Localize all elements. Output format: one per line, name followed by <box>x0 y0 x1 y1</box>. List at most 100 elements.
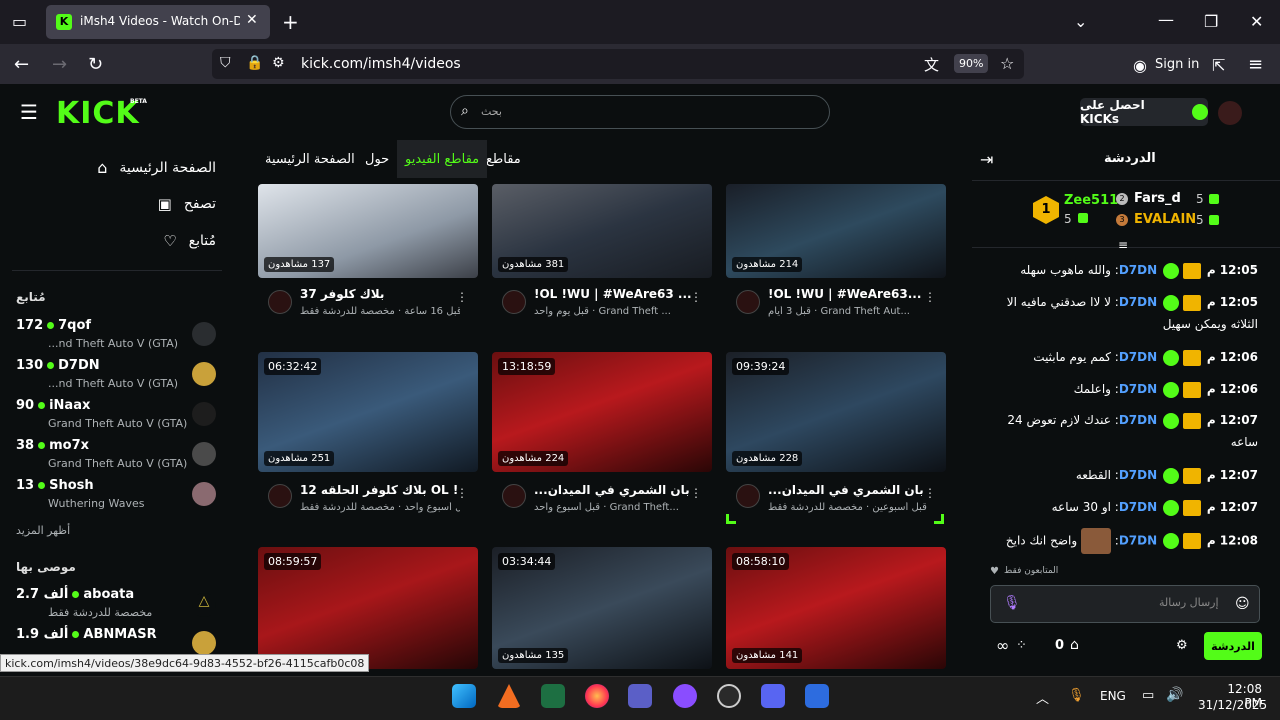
lock-icon[interactable]: 🔒 <box>246 55 263 71</box>
video-thumbnail[interactable]: 09:39:24 228 مشاهدون <box>726 352 946 472</box>
browser-tab[interactable]: K iMsh4 Videos - Watch On-Demand ✕ <box>46 5 270 39</box>
message-username[interactable]: D7DN <box>1119 295 1157 309</box>
message-username[interactable]: D7DN <box>1119 468 1157 482</box>
more-options-icon[interactable]: ⋮ <box>456 290 468 304</box>
message-username[interactable]: D7DN <box>1119 382 1157 396</box>
video-thumbnail[interactable]: 08:59:57 <box>258 547 478 669</box>
teams-icon[interactable] <box>628 684 652 708</box>
channel-avatar[interactable] <box>502 484 526 508</box>
following-channel-row[interactable]: 130 D7DN ...nd Theft Auto V (GTA) <box>16 358 220 394</box>
video-title[interactable]: ...بان الشمري في الميدان OL ! <box>534 483 694 497</box>
network-icon[interactable]: ▭ <box>1142 688 1154 703</box>
extensions-icon[interactable]: ⇱ <box>1212 56 1225 75</box>
video-title[interactable]: ...بان الشمري في الميدان OL ! <box>768 483 928 497</box>
volume-icon[interactable]: 🔊 <box>1166 687 1183 703</box>
menu-icon[interactable]: ≡ <box>1248 54 1263 75</box>
tab-about[interactable]: حول <box>365 152 389 167</box>
windows-start-icon[interactable] <box>452 684 476 708</box>
tab-close-icon[interactable]: ✕ <box>246 12 258 28</box>
kick-logo[interactable]: KICK <box>56 96 140 131</box>
channel-avatar[interactable] <box>736 484 760 508</box>
video-thumbnail[interactable]: 06:32:42 251 مشاهدون <box>258 352 478 472</box>
back-icon[interactable]: ← <box>14 54 29 75</box>
video-thumbnail[interactable]: 214 مشاهدون <box>726 184 946 278</box>
get-kicks-button[interactable]: احصل على KICKs <box>1080 98 1208 126</box>
leader-name[interactable]: EVALAIN <box>1134 212 1196 227</box>
send-chat-button[interactable]: الدردشة <box>1204 632 1262 660</box>
leader-name[interactable]: Zee511 <box>1064 193 1118 208</box>
bookmark-star-icon[interactable]: ☆ <box>1000 54 1014 73</box>
shield-icon[interactable]: ⛉ <box>220 55 231 71</box>
close-window-icon[interactable]: ✕ <box>1250 12 1263 31</box>
discord-icon[interactable] <box>761 684 785 708</box>
message-username[interactable]: D7DN <box>1119 263 1157 277</box>
site-settings-icon[interactable]: ⚙ <box>272 55 285 71</box>
message-username[interactable]: D7DN <box>1119 500 1157 514</box>
url-field[interactable]: ⛉ 🔒 ⚙ kick.com/imsh4/videos 文 90% ☆ <box>212 49 1024 79</box>
new-tab-icon[interactable]: + <box>282 10 299 34</box>
show-more-link[interactable]: أظهر المزيد <box>16 524 70 537</box>
channel-avatar[interactable] <box>502 290 526 314</box>
video-title[interactable]: بلاك كلوفر 37 <box>300 287 460 301</box>
nav-following[interactable]: ♡ مُتابع <box>16 232 216 250</box>
following-channel-row[interactable]: 13 Shosh Wuthering Waves <box>16 478 220 514</box>
video-thumbnail[interactable]: 137 مشاهدون <box>258 184 478 278</box>
tab-home[interactable]: الصفحة الرئيسية <box>265 152 355 167</box>
emoji-icon[interactable]: ☺ <box>1235 596 1250 612</box>
following-channel-row[interactable]: 172 7qof ...nd Theft Auto V (GTA) <box>16 318 220 354</box>
following-channel-row[interactable]: 38 mo7x Grand Theft Auto V (GTA) <box>16 438 220 474</box>
sign-in-link[interactable]: Sign in <box>1155 57 1199 72</box>
message-username[interactable]: D7DN <box>1119 534 1157 548</box>
more-options-icon[interactable]: ⋮ <box>690 290 702 304</box>
photos-icon[interactable] <box>805 684 829 708</box>
channel-avatar[interactable] <box>736 290 760 314</box>
restore-icon[interactable]: ❐ <box>1204 12 1218 31</box>
message-username[interactable]: D7DN <box>1119 413 1157 427</box>
video-title[interactable]: !OL !WU | #WeAre63 ... <box>534 287 694 301</box>
expand-leaderboard-icon[interactable]: ≡ <box>1118 238 1128 252</box>
video-title[interactable]: بلاك كلوفر الحلقه 12 OL ! <box>300 483 460 497</box>
tab-videos[interactable]: مقاطع الفيديو <box>397 140 488 178</box>
points-icon[interactable]: ⁘ <box>1016 638 1027 653</box>
chat-message-input[interactable]: 🎙 إرسال رسالة ☺ <box>990 585 1260 623</box>
forward-icon[interactable]: → <box>52 54 67 75</box>
more-options-icon[interactable]: ⋮ <box>690 486 702 500</box>
more-options-icon[interactable]: ⋮ <box>456 486 468 500</box>
minimize-icon[interactable]: — <box>1158 10 1174 29</box>
user-avatar[interactable] <box>1218 101 1242 125</box>
video-title[interactable]: !OL !WU | #WeAre63... <box>768 287 928 301</box>
tab-list-icon[interactable]: ▭ <box>12 12 27 31</box>
video-thumbnail[interactable]: 381 مشاهدون <box>492 184 712 278</box>
nav-home[interactable]: ⌂ الصفحة الرئيسية <box>16 158 216 177</box>
chevron-down-icon[interactable]: ⌄ <box>1074 12 1087 31</box>
account-icon[interactable]: ◉ <box>1133 56 1147 75</box>
video-thumbnail[interactable]: 08:58:10 141 مشاهدون <box>726 547 946 669</box>
more-options-icon[interactable]: ⋮ <box>924 290 936 304</box>
app-icon[interactable] <box>541 684 565 708</box>
settings-gear-icon[interactable]: ⚙ <box>1176 638 1188 653</box>
zoom-level[interactable]: 90% <box>954 54 989 73</box>
app-icon[interactable] <box>673 684 697 708</box>
microphone-tray-icon[interactable]: 🎙 <box>1068 688 1085 703</box>
infinity-icon[interactable]: ∞ <box>996 636 1009 655</box>
collapse-chat-icon[interactable]: ⇥ <box>980 150 993 169</box>
reload-icon[interactable]: ↻ <box>88 54 103 75</box>
store-icon[interactable]: ⌂ <box>1070 637 1079 653</box>
nav-browse[interactable]: ▣ تصفح <box>16 195 216 213</box>
clock-date[interactable]: 31/12/2025 <box>1198 698 1267 712</box>
microphone-icon[interactable]: 🎙 <box>1003 595 1021 611</box>
firefox-icon[interactable] <box>585 684 609 708</box>
channel-avatar[interactable] <box>268 484 292 508</box>
channel-avatar[interactable] <box>268 290 292 314</box>
tray-chevron-icon[interactable]: ︿ <box>1036 688 1049 707</box>
more-options-icon[interactable]: ⋮ <box>924 486 936 500</box>
search-input[interactable]: ⌕ بحث <box>450 95 830 129</box>
hamburger-menu-icon[interactable]: ☰ <box>20 100 38 124</box>
following-channel-row[interactable]: 90 iNaax Grand Theft Auto V (GTA) <box>16 398 220 434</box>
video-thumbnail[interactable]: 03:34:44 135 مشاهدون <box>492 547 712 669</box>
translate-icon[interactable]: 文 <box>924 54 939 75</box>
language-indicator[interactable]: ENG <box>1100 689 1126 703</box>
recommended-channel-row[interactable]: 2.7 ألف aboata مخصصة للدردشة فقط △ <box>16 587 220 623</box>
leader-name[interactable]: Fars_d <box>1134 191 1181 206</box>
message-username[interactable]: D7DN <box>1119 350 1157 364</box>
